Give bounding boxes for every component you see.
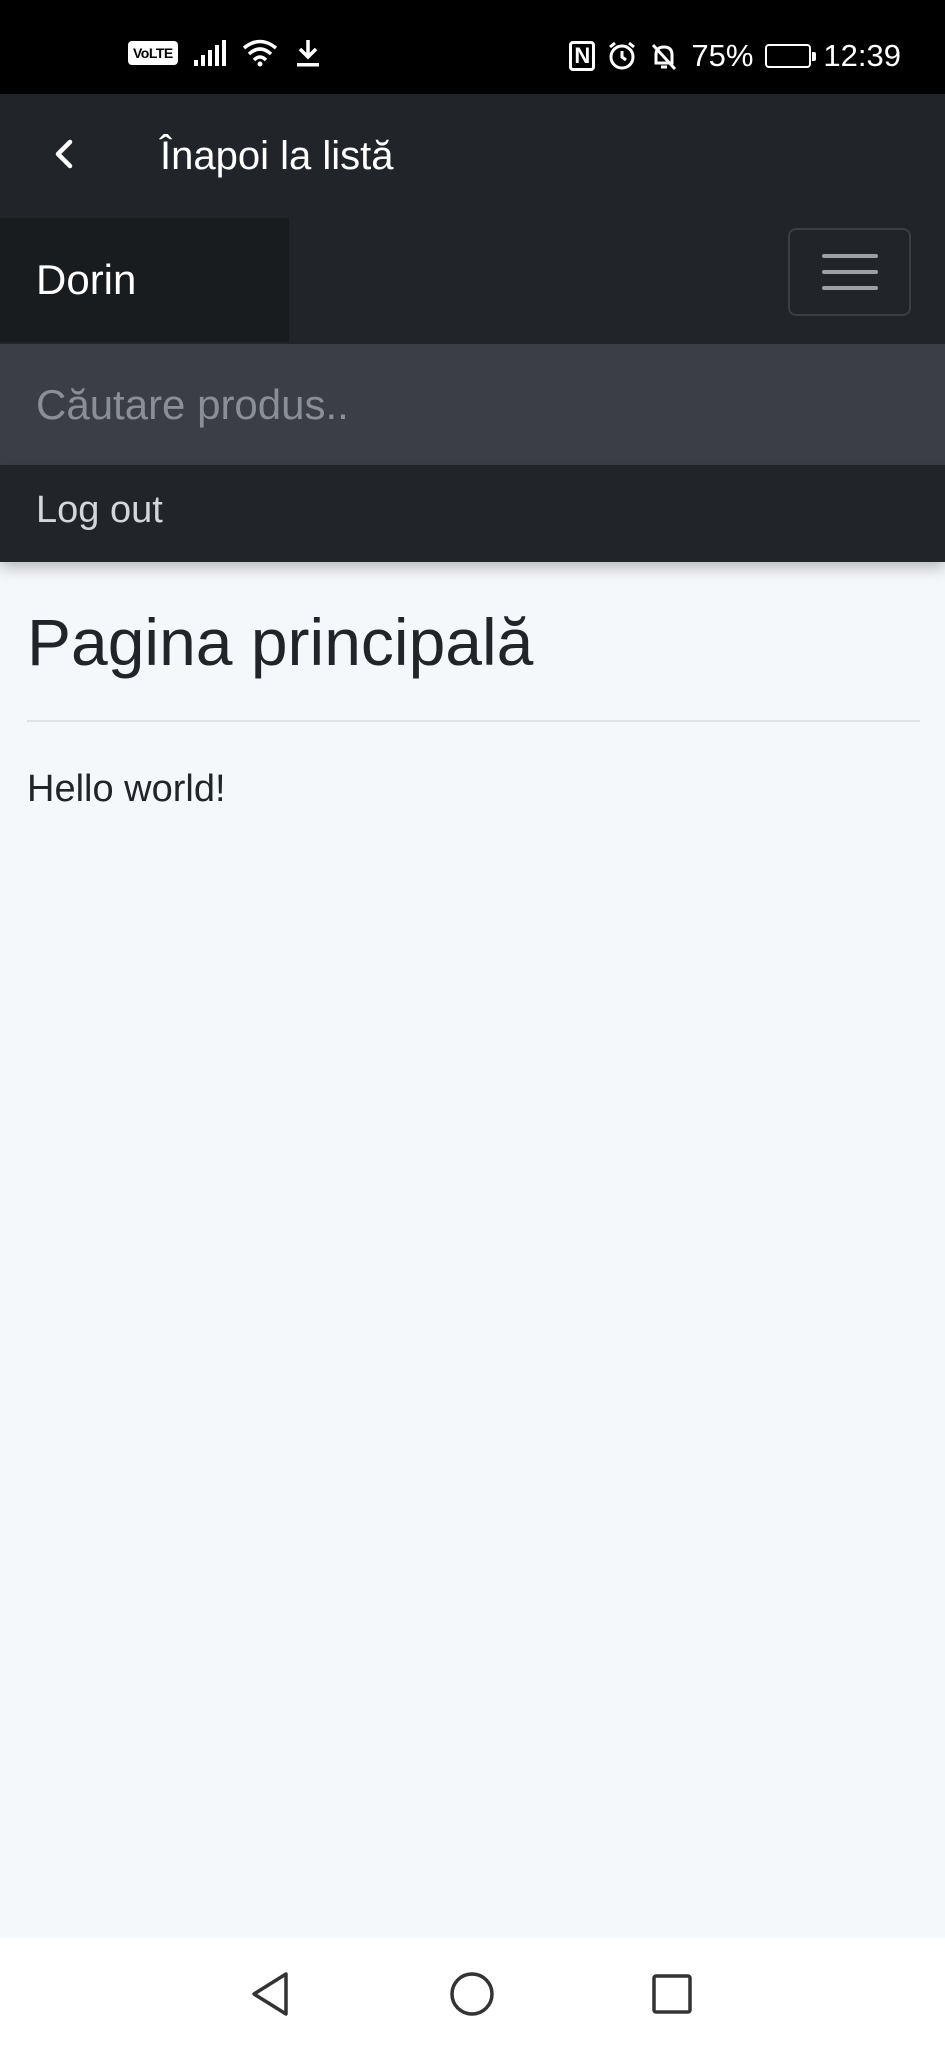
battery-icon — [765, 44, 817, 68]
search-bar — [0, 344, 945, 465]
navbar: Dorin — [0, 218, 945, 344]
hamburger-icon — [821, 270, 878, 274]
app-header: Înapoi la listă — [0, 94, 945, 218]
nfc-icon: N — [569, 41, 596, 71]
alarm-icon — [609, 41, 636, 70]
signal-icon — [193, 40, 226, 66]
chevron-left-icon[interactable] — [44, 134, 84, 174]
status-left: VoLTE — [128, 38, 322, 68]
hamburger-icon — [821, 254, 878, 258]
volte-icon: VoLTE — [128, 41, 178, 65]
logout-link[interactable]: Log out — [36, 489, 163, 532]
back-to-list-link[interactable]: Înapoi la listă — [160, 134, 393, 179]
divider — [27, 720, 920, 722]
menu-toggle-button[interactable] — [788, 228, 911, 316]
home-nav-icon[interactable] — [448, 1970, 496, 2018]
back-nav-icon[interactable] — [246, 1970, 294, 2018]
page-title: Pagina principală — [27, 605, 534, 679]
hamburger-icon — [821, 286, 878, 290]
clock: 12:39 — [823, 38, 901, 73]
status-bar: VoLTE N 75% 12:39 — [0, 0, 945, 94]
system-navigation-bar — [0, 1938, 945, 2048]
bell-muted-icon — [652, 43, 677, 71]
menu-item-logout: Log out — [0, 465, 945, 562]
wifi-icon — [242, 39, 277, 67]
body-text: Hello world! — [27, 768, 226, 810]
search-input[interactable] — [0, 344, 945, 465]
download-icon — [296, 40, 319, 67]
battery-percent: 75% — [691, 38, 754, 73]
recents-nav-icon[interactable] — [648, 1970, 696, 2018]
main-content: Pagina principală Hello world! — [0, 562, 945, 1938]
navbar-brand[interactable]: Dorin — [0, 218, 289, 342]
status-right: N 75% 12:39 — [569, 38, 901, 74]
